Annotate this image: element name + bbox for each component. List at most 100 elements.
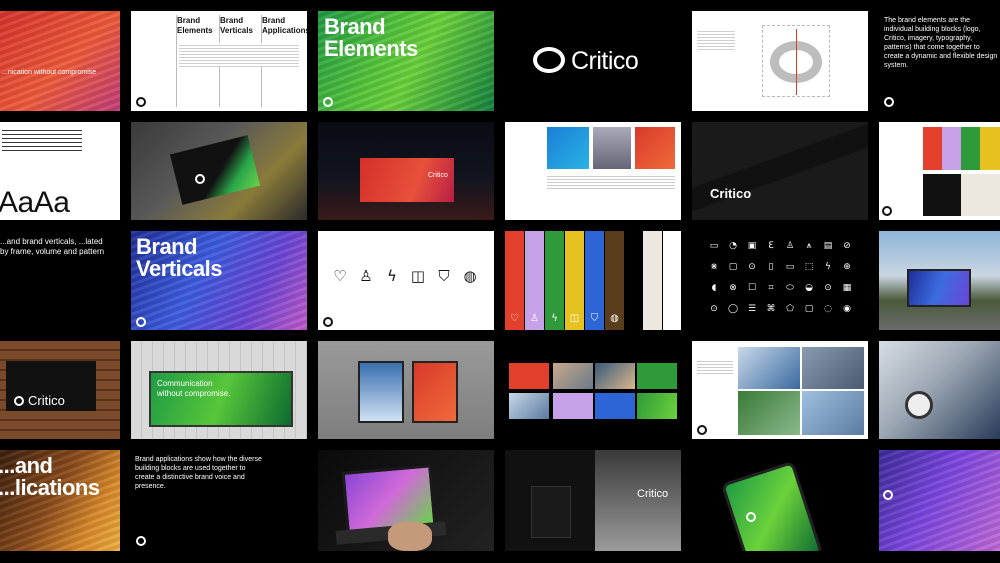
pictogram-icon: ⋇ bbox=[710, 262, 718, 272]
critico-ring-logo bbox=[883, 490, 893, 500]
yellow-swatch bbox=[980, 127, 1000, 170]
poster-left bbox=[358, 361, 404, 423]
purple-gradient-tile bbox=[879, 450, 1000, 551]
construction-grid bbox=[762, 25, 830, 97]
laptop-photo bbox=[318, 450, 494, 551]
pictogram-icon: ▭ bbox=[709, 241, 719, 251]
book-icon: ◫ bbox=[410, 267, 426, 285]
pictogram-icon: ϟ bbox=[825, 262, 831, 272]
pictogram-icon: ▦ bbox=[842, 283, 852, 293]
verticals-intro: ...and brand verticals, ...lated by fram… bbox=[0, 237, 105, 256]
machine-part bbox=[905, 391, 933, 419]
critico-ring-logo bbox=[323, 97, 333, 107]
pictogram-icon: ▤ bbox=[823, 241, 833, 251]
logo-slide: Critico bbox=[505, 11, 681, 111]
poster-captions bbox=[547, 174, 675, 190]
critico-ring-logo bbox=[697, 425, 707, 435]
lilac-swatch bbox=[942, 127, 961, 170]
billboard-word: Critico bbox=[428, 172, 448, 179]
heart-icon: ♡ bbox=[510, 313, 519, 324]
construction-text bbox=[697, 29, 735, 51]
intro-text-slide: The brand elements are the individual bu… bbox=[879, 11, 1000, 111]
toc-divider bbox=[176, 15, 177, 107]
imagery-slide bbox=[692, 341, 868, 439]
brand-applications-title: ...and ...lications bbox=[0, 453, 100, 500]
pictogram-icon: ☐ bbox=[747, 283, 757, 293]
pictogram-icon: ⌘ bbox=[766, 304, 776, 314]
pictogram-icon: ▢ bbox=[804, 304, 814, 314]
book-icon: ◫ bbox=[569, 313, 580, 324]
bus-shelter-photo bbox=[879, 231, 1000, 330]
shield-icon: ⛉ bbox=[438, 267, 450, 285]
wall-sign-photo: Critico bbox=[0, 341, 120, 439]
sand-bar bbox=[643, 231, 662, 330]
heart-icon: ♡ bbox=[333, 267, 347, 285]
crowd-photo bbox=[802, 347, 864, 389]
critico-ring-logo bbox=[882, 206, 892, 216]
green-card bbox=[637, 363, 677, 389]
pictogram-icon: ℇ bbox=[768, 241, 774, 251]
business-card-mockup bbox=[131, 122, 307, 220]
white-bar bbox=[663, 231, 681, 330]
critico-ring-logo bbox=[533, 47, 565, 73]
banner-word: Critico bbox=[710, 186, 752, 201]
sand-swatch bbox=[961, 174, 1000, 216]
pictogram-icon: ◌ bbox=[824, 304, 832, 314]
pictogram-icon: ⬚ bbox=[804, 262, 814, 272]
green-swatch bbox=[961, 127, 980, 170]
phone-body bbox=[720, 460, 824, 551]
toc-heading-elements: Brand Elements bbox=[177, 16, 213, 35]
blue-card bbox=[595, 393, 635, 419]
social-grid-slide bbox=[505, 341, 681, 439]
globe-icon: ◍ bbox=[610, 313, 619, 324]
pictogram-icon: ▭ bbox=[785, 262, 795, 272]
sign-word: Critico bbox=[28, 393, 65, 408]
person-icon: ♙ bbox=[359, 267, 373, 285]
shelter-screen bbox=[907, 269, 971, 307]
team-card bbox=[595, 363, 635, 389]
globe-icon: ◍ bbox=[463, 267, 477, 285]
lilac-card bbox=[553, 393, 593, 419]
pictogram-icon: ◉ bbox=[843, 304, 851, 314]
scientist-photo bbox=[802, 391, 864, 435]
brand-verticals-title-slide: Brand Verticals bbox=[131, 231, 307, 330]
type-sample: AaAa bbox=[0, 186, 70, 219]
facade-word: Critico bbox=[637, 488, 669, 500]
building-photo bbox=[593, 127, 631, 169]
pictogram-icon: ⩚ bbox=[806, 241, 812, 251]
black-swatch bbox=[923, 174, 961, 216]
critico-ring-logo bbox=[14, 396, 24, 406]
portrait-card bbox=[553, 363, 593, 389]
lab-photo bbox=[738, 347, 800, 389]
critico-ring-logo bbox=[136, 317, 146, 327]
landscape-photo bbox=[738, 391, 800, 435]
typography-slide: AaAa bbox=[0, 122, 120, 220]
person-icon: ♙ bbox=[530, 313, 539, 324]
hand bbox=[388, 522, 432, 551]
color-palette-slide bbox=[879, 122, 1000, 220]
pictogram-icon: ⬠ bbox=[786, 304, 794, 314]
intro-text: The brand elements are the individual bu… bbox=[884, 17, 998, 70]
pictogram-icon: ⊕ bbox=[843, 262, 851, 272]
engineers-photo bbox=[879, 341, 1000, 439]
pictogram-icon: ⊙ bbox=[824, 283, 832, 293]
pictogram-icon: ▣ bbox=[747, 241, 757, 251]
hero-gradient-tile: ...nication without compromise bbox=[0, 11, 120, 111]
icon-grid: ▭ ◔ ▣ ℇ ♙ ⩚ ▤ ⊘ ⋇ ▢ ⊙ ▯ ▭ ⬚ ϟ ⊕ ◖ ⊗ ☐ ⌗ ⬭ ◒ ⊙ ▦ ⊙ ◯ ☰ ⌘ ⬠ ▢ ◌ ◉ bbox=[706, 241, 858, 321]
critico-ring-logo bbox=[136, 97, 146, 107]
pictogram-icon: ⊙ bbox=[748, 262, 756, 272]
pictogram-icon: ⬭ bbox=[786, 283, 794, 293]
bar-icon-row: ♡ ♙ ϟ ◫ ⛉ ◍ bbox=[505, 313, 625, 327]
brand-elements-title-slide: Brand Elements bbox=[318, 11, 494, 111]
pictogram-icon: ⌗ bbox=[768, 283, 774, 293]
red-swatch bbox=[923, 127, 942, 170]
icon-set-slide: ♡ ♙ ϟ ◫ ⛉ ◍ bbox=[318, 231, 494, 330]
tunnel-billboard-photo: Communication without compromise. bbox=[131, 341, 307, 439]
pictogram-icon: ☰ bbox=[747, 304, 757, 314]
poster-grid-slide bbox=[505, 122, 681, 220]
pictogram-icon: ⊘ bbox=[843, 241, 851, 251]
applications-text: Brand applications show how the diverse … bbox=[135, 456, 262, 491]
verticals-intro-slide: ...and brand verticals, ...lated by fram… bbox=[0, 231, 120, 330]
color-bars-slide: ♡ ♙ ϟ ◫ ⛉ ◍ bbox=[505, 231, 681, 330]
toc-slide: Brand Elements Brand Verticals Brand App… bbox=[131, 11, 307, 111]
